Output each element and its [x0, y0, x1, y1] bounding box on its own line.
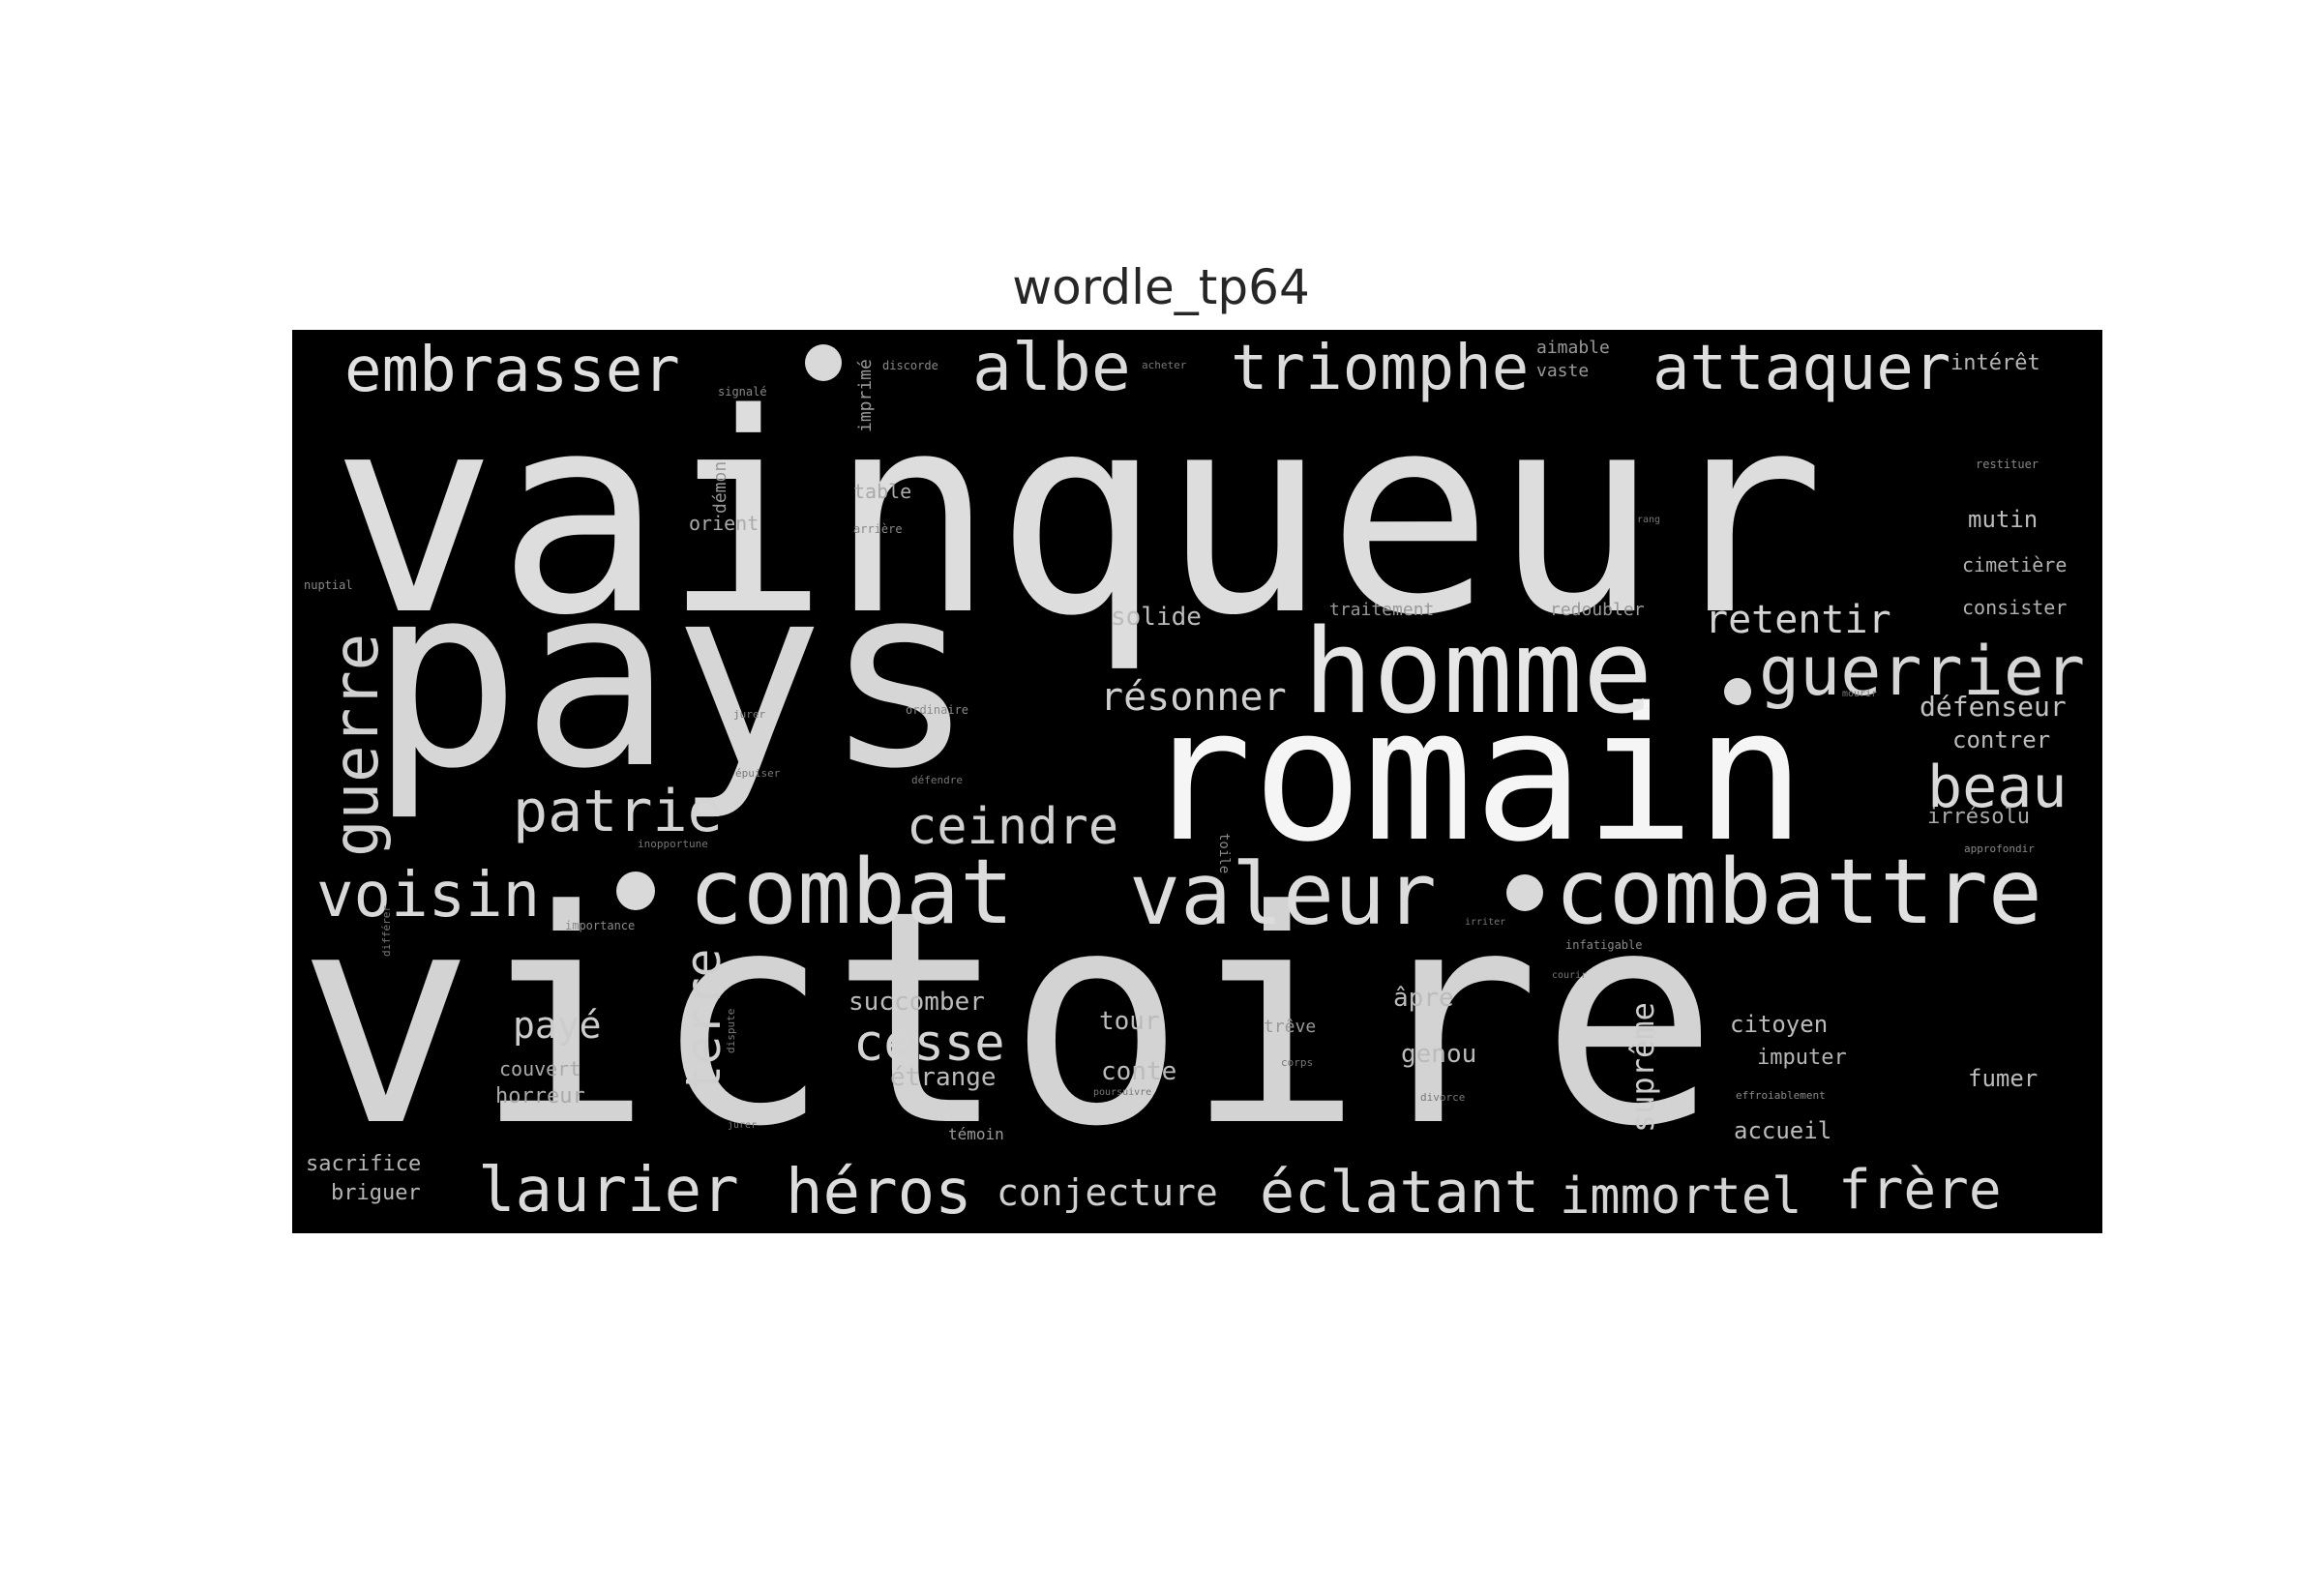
word-conjecture: conjecture: [997, 1171, 1218, 1214]
word-aimable: aimable: [1536, 338, 1610, 358]
word-guerre: guerre: [321, 633, 393, 857]
word-differer: différer: [380, 905, 393, 957]
word-albe: albe: [972, 330, 1131, 406]
word-apre: âpre: [1393, 984, 1454, 1013]
word-defenseur: défenseur: [1920, 691, 2067, 723]
word-effroiablement: effroiablement: [1736, 1089, 1826, 1102]
word-irresolu: irrésolu: [1927, 805, 2030, 829]
word-jurer: jurer: [733, 708, 766, 721]
word-accueil: accueil: [1734, 1117, 1832, 1144]
word-resonner: résonner: [1100, 675, 1287, 720]
word-temoin: témoin: [948, 1125, 1004, 1143]
word-jurer-2: jurer: [728, 1120, 758, 1131]
word-ordinaire: ordinaire: [906, 703, 969, 717]
word-signale: signalé: [718, 385, 767, 399]
word-infatigable: infatigable: [1565, 938, 1643, 952]
figure-title: wordle_tp64: [1012, 259, 1310, 315]
word-cesse: cesse: [853, 1015, 1005, 1073]
word-defendre: défendre: [911, 774, 963, 786]
word-combat: combat: [689, 840, 1014, 944]
word-laurier: laurier: [478, 1155, 739, 1227]
word-table: table: [853, 480, 912, 503]
word-acheter: acheter: [1142, 359, 1187, 371]
word-attaquer: attaquer: [1652, 333, 1951, 404]
word-supreme: suprême: [1624, 1002, 1661, 1133]
word-imputer: imputer: [1757, 1046, 1847, 1070]
word-dispute: dispute: [725, 1008, 737, 1053]
word-combattre: combattre: [1555, 840, 2042, 944]
word-irriter: irriter: [1465, 917, 1506, 928]
word-embrasser: embrasser: [344, 335, 680, 406]
word-etrange: étrange: [890, 1063, 997, 1092]
word-discorde: discorde: [882, 359, 938, 372]
word-tour: tour: [1099, 1007, 1160, 1036]
word-paye: payé: [513, 1004, 602, 1047]
word-inopportune: inopportune: [638, 838, 708, 850]
word-pays: pays: [370, 532, 976, 824]
word-retentir: retentir: [1705, 598, 1891, 642]
word-courir: courir: [1552, 970, 1588, 981]
word-patrie: patrie: [513, 778, 723, 845]
word-valeur: valeur: [1129, 844, 1437, 944]
word-succomber: succomber: [848, 988, 985, 1017]
word-vaste: vaste: [1536, 361, 1590, 381]
word-contre: contrer: [1952, 726, 2051, 754]
word-briguer: briguer: [331, 1181, 421, 1205]
word-mourir: mourir: [1842, 689, 1878, 699]
word-cimetiere: cimetière: [1962, 553, 2068, 576]
word-cloud: vainqueur pays victoire romain homme com…: [292, 330, 2102, 1233]
word-mutin: mutin: [1968, 506, 2039, 533]
word-voisin: voisin: [316, 860, 541, 931]
word-homme: homme: [1303, 606, 1653, 740]
dot-mark: [1506, 874, 1543, 911]
word-eclatant: éclatant: [1260, 1159, 1539, 1227]
word-arriere: arrière: [853, 522, 903, 536]
word-heros: héros: [786, 1157, 972, 1228]
word-importance: importance: [565, 919, 636, 932]
word-frere: frère: [1838, 1159, 2002, 1222]
dot-mark: [616, 872, 655, 910]
word-traitement: traitement: [1329, 600, 1435, 620]
word-couvert: couvert: [499, 1057, 581, 1080]
word-nuptial: nuptial: [304, 578, 353, 592]
word-citoyen: citoyen: [1730, 1011, 1829, 1038]
word-redoubler: redoubler: [1550, 600, 1645, 620]
dot-mark: [1724, 678, 1751, 705]
word-horreur: horreur: [495, 1084, 585, 1108]
word-epuiser: épuiser: [735, 767, 781, 780]
word-immortel: immortel: [1560, 1167, 1802, 1226]
word-toile: toile: [1216, 833, 1232, 874]
word-demon: démon: [710, 460, 730, 514]
word-triomphe: triomphe: [1231, 333, 1530, 404]
word-consister: consister: [1962, 596, 2068, 619]
word-conte: conte: [1101, 1057, 1177, 1086]
dot-mark: [805, 344, 842, 381]
word-fumer: fumer: [1968, 1065, 2039, 1092]
word-divorce: divorce: [1420, 1091, 1466, 1104]
word-approfondir: approfondir: [1964, 842, 2035, 855]
word-ceindre: ceindre: [907, 798, 1119, 856]
word-orient: orient: [689, 512, 759, 535]
word-poursuivre: poursuivre: [1093, 1087, 1152, 1098]
word-rang: rang: [1637, 515, 1661, 525]
word-imprime: imprimé: [855, 359, 876, 432]
word-treve: trêve: [1264, 1017, 1317, 1037]
word-terre: terre: [675, 948, 731, 1094]
word-interet: intérêt: [1950, 351, 2040, 375]
word-sacrifice: sacrifice: [306, 1152, 422, 1176]
word-restituer: restituer: [1976, 458, 2039, 471]
word-solide: solide: [1111, 603, 1202, 632]
word-corps: corps: [1281, 1056, 1314, 1069]
word-genou: genou: [1401, 1040, 1477, 1069]
